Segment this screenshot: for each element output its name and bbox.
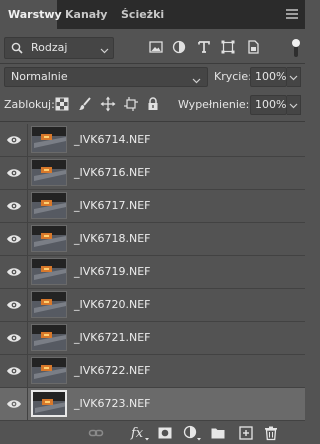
lock-artboard-icon[interactable] xyxy=(123,96,139,112)
eye-icon[interactable] xyxy=(6,299,22,311)
eye-icon[interactable] xyxy=(6,134,22,146)
opacity-label: Krycie: xyxy=(214,70,252,83)
group-folder-icon[interactable] xyxy=(210,425,226,441)
fx-icon[interactable]: fx xyxy=(130,425,150,441)
layer-row[interactable]: _IVK6720.NEF xyxy=(0,289,305,322)
adjustment-layer-icon[interactable] xyxy=(183,425,203,441)
tab-paths[interactable]: Ścieżki xyxy=(113,0,173,29)
mask-icon[interactable] xyxy=(157,425,173,441)
layer-name: _IVK6720.NEF xyxy=(74,298,151,311)
row-divider xyxy=(27,355,28,388)
layer-filter-row: Rodzaj xyxy=(0,37,305,59)
shape-filter-icon[interactable] xyxy=(220,39,236,55)
layer-row[interactable]: _IVK6718.NEF xyxy=(0,223,305,256)
blend-mode-select[interactable]: Normalnie xyxy=(4,67,208,87)
row-divider xyxy=(27,289,28,322)
layer-row[interactable]: _IVK6717.NEF xyxy=(0,190,305,223)
adjustment-filter-icon[interactable] xyxy=(171,39,187,55)
eye-icon[interactable] xyxy=(6,266,22,278)
tab-layers[interactable]: Warstwy xyxy=(0,0,62,29)
eye-icon[interactable] xyxy=(6,167,22,179)
layer-thumbnail xyxy=(31,324,67,351)
layers-bottom-toolbar: fx xyxy=(0,420,305,444)
layer-row[interactable]: _IVK6719.NEF xyxy=(0,256,305,289)
row-divider xyxy=(27,322,28,355)
divider xyxy=(0,63,305,64)
search-icon xyxy=(11,42,23,57)
layer-name: _IVK6722.NEF xyxy=(74,364,151,377)
eye-icon[interactable] xyxy=(6,398,22,410)
layer-thumbnail xyxy=(31,192,67,219)
layer-row[interactable]: _IVK6716.NEF xyxy=(0,157,305,190)
fill-label: Wypełnienie: xyxy=(178,98,250,111)
row-divider xyxy=(27,223,28,256)
tab-channels[interactable]: Kanały xyxy=(57,0,113,29)
layer-thumbnail xyxy=(31,258,67,285)
layer-list: _IVK6714.NEF _IVK6716.NEF _IVK6717.NEF _… xyxy=(0,124,305,421)
layer-name: _IVK6721.NEF xyxy=(74,331,151,344)
row-divider xyxy=(27,388,28,421)
layer-thumbnail xyxy=(31,225,67,252)
link-icon[interactable] xyxy=(88,425,104,441)
lock-row: Zablokuj: Wypełnienie: 100% xyxy=(0,95,305,115)
image-filter-icon[interactable] xyxy=(148,39,164,55)
layer-name: _IVK6719.NEF xyxy=(74,265,151,278)
eye-icon[interactable] xyxy=(6,200,22,212)
filter-toggle[interactable] xyxy=(291,37,301,59)
divider xyxy=(0,121,305,122)
fill-dropdown-button[interactable] xyxy=(287,95,301,115)
layer-name: _IVK6718.NEF xyxy=(74,232,151,245)
layer-thumbnail xyxy=(31,291,67,318)
layer-thumbnail xyxy=(31,159,67,186)
trash-icon[interactable] xyxy=(263,425,279,441)
row-divider xyxy=(27,157,28,190)
layer-name: _IVK6714.NEF xyxy=(74,133,151,146)
eye-icon[interactable] xyxy=(6,365,22,377)
row-divider xyxy=(27,256,28,289)
layer-row[interactable]: _IVK6722.NEF xyxy=(0,355,305,388)
panel-tab-bar: Warstwy Kanały Ścieżki xyxy=(0,0,305,29)
fill-value: 100% xyxy=(255,98,287,111)
layer-row-selected[interactable]: _IVK6723.NEF xyxy=(0,388,305,421)
lock-all-icon[interactable] xyxy=(145,96,161,112)
blend-mode-value: Normalnie xyxy=(11,70,68,83)
eye-icon[interactable] xyxy=(6,233,22,245)
layer-name: _IVK6716.NEF xyxy=(74,166,151,179)
svg-text:fx: fx xyxy=(130,426,144,441)
blend-row: Normalnie Krycie: 100% xyxy=(0,67,305,87)
fill-field[interactable]: 100% xyxy=(250,95,287,115)
row-divider xyxy=(27,190,28,223)
layer-thumbnail xyxy=(31,390,67,417)
layer-name: _IVK6723.NEF xyxy=(74,397,151,410)
filter-kind-select[interactable]: Rodzaj xyxy=(4,37,114,59)
chevron-down-icon xyxy=(100,44,109,57)
eye-icon[interactable] xyxy=(6,332,22,344)
layer-thumbnail xyxy=(31,357,67,384)
panel-menu-icon[interactable] xyxy=(283,6,301,22)
new-layer-icon[interactable] xyxy=(238,425,254,441)
opacity-value: 100% xyxy=(255,70,287,83)
layer-name: _IVK6717.NEF xyxy=(74,199,151,212)
opacity-field[interactable]: 100% xyxy=(250,67,287,87)
type-filter-icon[interactable] xyxy=(196,39,212,55)
layer-row[interactable]: _IVK6721.NEF xyxy=(0,322,305,355)
chevron-down-icon xyxy=(192,74,201,87)
layer-row[interactable]: _IVK6714.NEF xyxy=(0,124,305,157)
lock-label: Zablokuj: xyxy=(4,98,55,111)
lock-position-icon[interactable] xyxy=(100,96,116,112)
smart-object-filter-icon[interactable] xyxy=(245,39,261,55)
filter-kind-label: Rodzaj xyxy=(31,41,68,54)
lock-image-icon[interactable] xyxy=(77,96,93,112)
lock-transparent-icon[interactable] xyxy=(54,96,70,112)
layer-thumbnail xyxy=(31,126,67,153)
row-divider xyxy=(27,124,28,157)
opacity-dropdown-button[interactable] xyxy=(287,67,301,87)
